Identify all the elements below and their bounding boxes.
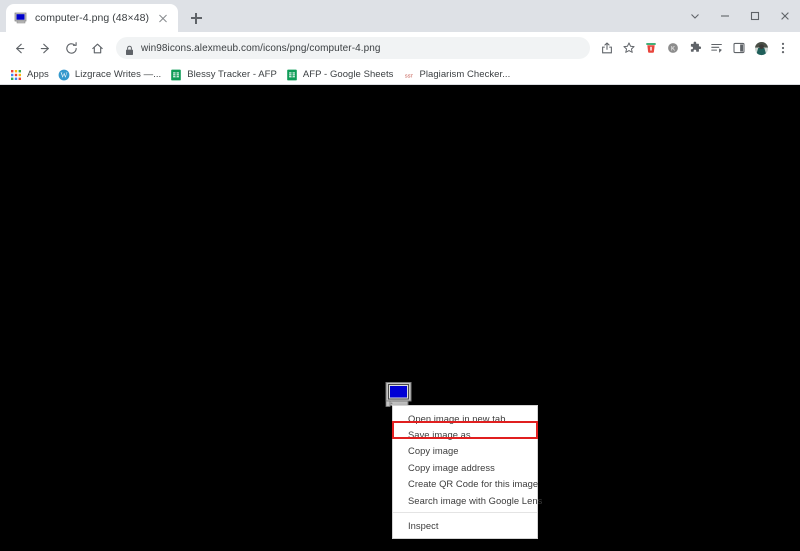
bookmark-label: Apps [27, 68, 49, 80]
home-button[interactable] [84, 35, 110, 61]
back-button[interactable] [6, 35, 32, 61]
image-context-menu[interactable]: Open image in new tab Save image as... C… [392, 405, 542, 539]
bookmark-plagiarism-checker[interactable]: ssт Plagiarism Checker... [400, 65, 517, 83]
reading-list-icon[interactable] [706, 35, 728, 61]
extension-dark-icon[interactable]: K [662, 35, 684, 61]
share-icon[interactable] [596, 35, 618, 61]
bookmark-lizgrace-writes[interactable]: W Lizgrace Writes —... [56, 65, 168, 83]
profile-avatar[interactable] [750, 35, 772, 61]
bookmark-label: Blessy Tracker - AFP [187, 68, 277, 80]
menu-item-copy-image-address[interactable]: Copy image address [393, 459, 537, 475]
google-sheets-icon [286, 68, 298, 81]
close-icon[interactable] [770, 0, 800, 32]
bookmark-blessy-tracker[interactable]: Blessy Tracker - AFP [168, 65, 284, 83]
close-icon[interactable] [156, 11, 170, 25]
new-tab-button[interactable] [182, 4, 210, 32]
forward-button[interactable] [32, 35, 58, 61]
svg-text:ssт: ssт [405, 73, 414, 79]
maximize-icon[interactable] [740, 0, 770, 32]
address-bar-url: win98icons.alexmeub.com/icons/png/comput… [141, 42, 381, 54]
google-sheets-icon [170, 68, 182, 81]
svg-text:K: K [671, 45, 675, 52]
extensions-puzzle-icon[interactable] [684, 35, 706, 61]
apps-grid-icon [10, 68, 22, 80]
address-bar[interactable]: win98icons.alexmeub.com/icons/png/comput… [116, 37, 590, 59]
menu-item-search-with-google-lens[interactable]: Search image with Google Lens [393, 492, 542, 508]
bookmark-label: Lizgrace Writes —... [74, 68, 162, 80]
menu-item-save-image-as[interactable]: Save image as... [393, 426, 537, 442]
menu-item-create-qr-code[interactable]: Create QR Code for this image [393, 476, 538, 492]
tab-title: computer-4.png (48×48) [35, 12, 150, 24]
browser-toolbar: win98icons.alexmeub.com/icons/png/comput… [0, 32, 800, 64]
bookmark-label: AFP - Google Sheets [302, 68, 394, 80]
svg-text:W: W [60, 71, 67, 80]
lock-icon [125, 43, 134, 55]
page-viewport: Open image in new tab Save image as... C… [0, 85, 800, 551]
tab-strip: computer-4.png (48×48) [0, 0, 800, 32]
bookmark-star-icon[interactable] [618, 35, 640, 61]
ssr-text-icon: ssт [402, 68, 414, 80]
bookmark-label: Plagiarism Checker... [419, 68, 511, 80]
bookmarks-bar: Apps W Lizgrace Writes —... Blessy Track… [0, 64, 800, 85]
win98-computer-icon [14, 11, 28, 25]
bookmark-apps[interactable]: Apps [8, 65, 56, 83]
chrome-browser-window: computer-4.png (48×48) win98icons.alexme… [0, 0, 800, 551]
minimize-icon[interactable] [710, 0, 740, 32]
wordpress-icon: W [58, 68, 70, 81]
menu-separator [393, 512, 537, 514]
reload-button[interactable] [58, 35, 84, 61]
window-controls [680, 0, 800, 32]
bookmark-afp-google-sheets[interactable]: AFP - Google Sheets [284, 65, 401, 83]
menu-item-open-image-in-new-tab[interactable]: Open image in new tab [393, 410, 537, 426]
side-panel-icon[interactable] [728, 35, 750, 61]
browser-tab[interactable]: computer-4.png (48×48) [6, 4, 179, 32]
chevron-down-icon[interactable] [680, 0, 710, 32]
extension-red-icon[interactable] [640, 35, 662, 61]
menu-item-copy-image[interactable]: Copy image [393, 443, 537, 459]
chrome-menu-icon[interactable] [772, 35, 794, 61]
menu-item-inspect[interactable]: Inspect [393, 517, 537, 533]
